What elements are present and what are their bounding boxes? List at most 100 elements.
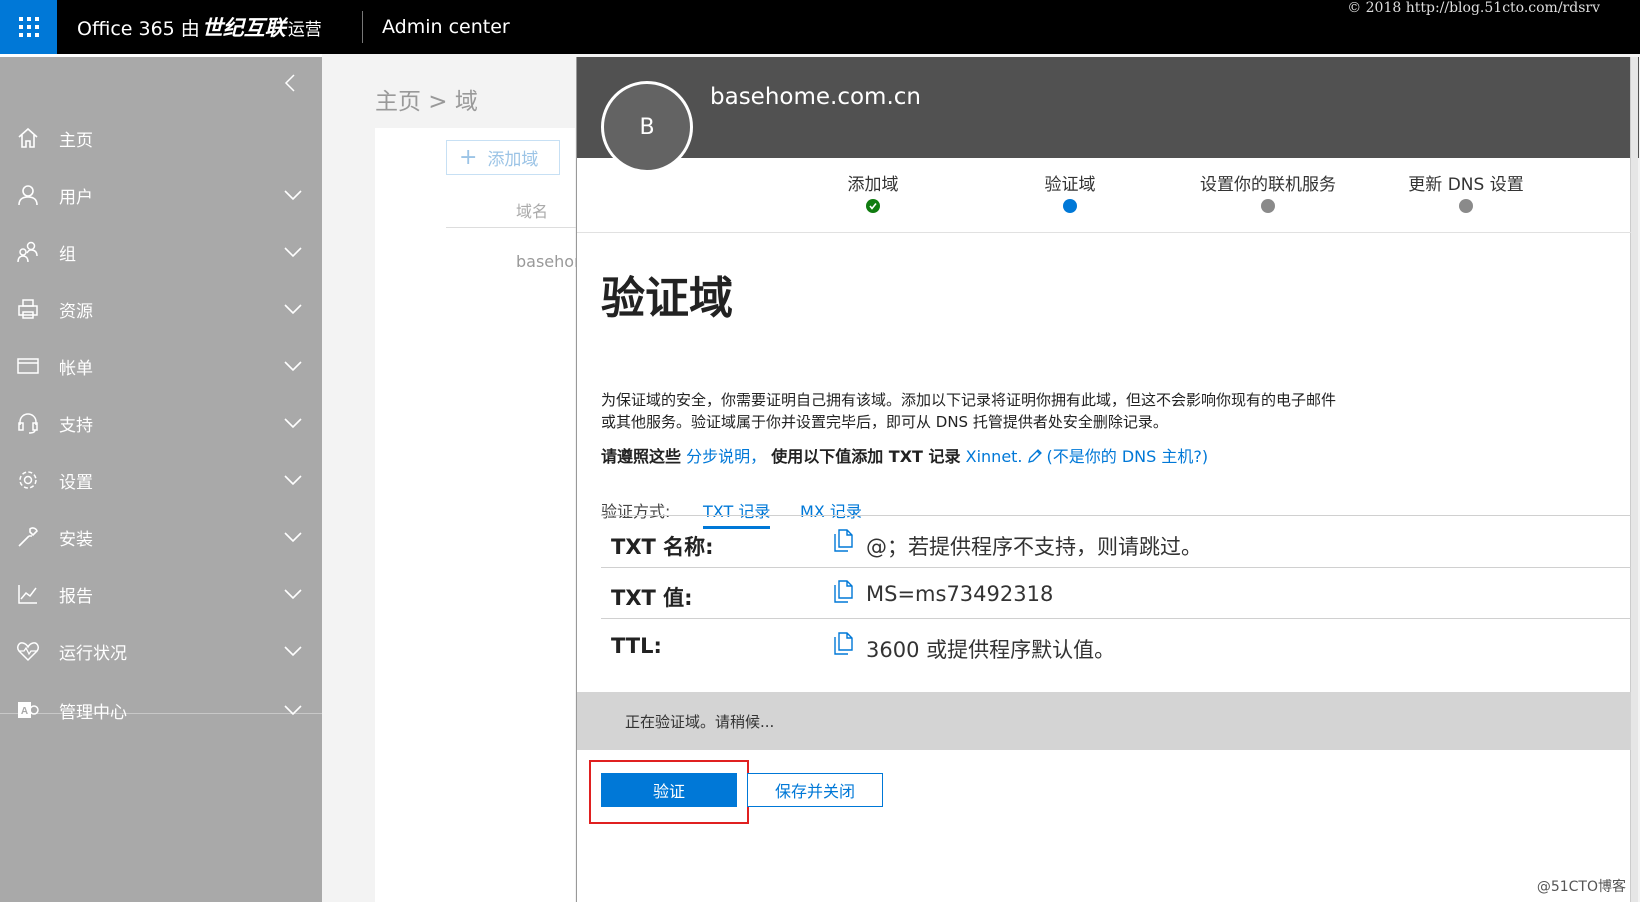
step-current-dot bbox=[1063, 199, 1077, 213]
record-value-ttl[interactable]: 3600 或提供程序默认值。 bbox=[866, 634, 1115, 664]
tab-mx-record[interactable]: MX 记录 bbox=[800, 498, 862, 522]
panel-scrollbar[interactable] bbox=[1630, 57, 1638, 902]
sidebar-item-label: 报告 bbox=[59, 586, 93, 607]
topbar-divider bbox=[362, 11, 363, 43]
not-your-dns-host-link[interactable]: (不是你的 DNS 主机?) bbox=[1047, 447, 1209, 466]
printer-icon bbox=[15, 296, 41, 322]
breadcrumb: 主页 > 域 bbox=[375, 89, 478, 115]
app-title[interactable]: Admin center bbox=[382, 0, 510, 54]
sidebar-item-label: 管理中心 bbox=[59, 702, 127, 723]
chevron-down-icon[interactable] bbox=[284, 360, 302, 372]
description-line-2: 或其他服务。验证域属于你并设置完毕后，即可从 DNS 托管提供者处安全删除记录。 bbox=[601, 413, 1168, 431]
top-bar: Office 365 由 世纪互联 运营 Admin center © 2018… bbox=[0, 0, 1640, 54]
page-title: 验证域 bbox=[601, 273, 733, 324]
instructions: 请遵照这些 分步说明， 使用以下值添加 TXT 记录 Xinnet. (不是你的 … bbox=[601, 443, 1208, 467]
heart-icon bbox=[15, 638, 41, 664]
avatar-letter: B bbox=[639, 114, 655, 140]
headset-icon bbox=[15, 410, 41, 436]
wrench-icon bbox=[15, 524, 41, 550]
record-divider bbox=[601, 618, 1631, 619]
svg-text:A: A bbox=[21, 706, 28, 717]
sidebar-item-groups[interactable]: 组 bbox=[0, 228, 322, 276]
step-verify-domain: 验证域 bbox=[1044, 175, 1096, 195]
chart-icon bbox=[15, 581, 41, 607]
copy-icon[interactable] bbox=[834, 529, 854, 553]
chevron-down-icon[interactable] bbox=[284, 704, 302, 716]
brand-title[interactable]: Office 365 由 世纪互联 运营 bbox=[77, 0, 322, 54]
sidebar-item-label: 支持 bbox=[59, 415, 93, 436]
sidebar-item-label: 运行状况 bbox=[59, 643, 127, 664]
app-launcher-button[interactable] bbox=[0, 0, 57, 54]
sidebar-item-settings[interactable]: 设置 bbox=[0, 456, 322, 504]
record-value-txt-value[interactable]: MS=ms73492318 bbox=[866, 582, 1053, 606]
panel-domain-title: basehome.com.cn bbox=[710, 84, 921, 110]
chevron-down-icon[interactable] bbox=[284, 417, 302, 429]
sidebar-item-users[interactable]: 用户 bbox=[0, 171, 322, 219]
record-value-txt-name[interactable]: @；若提供程序不支持，则请跳过。 bbox=[866, 531, 1202, 561]
description: 为保证域的安全，你需要证明自己拥有该域。添加以下记录将证明你拥有此域，但这不会影… bbox=[601, 389, 1401, 433]
status-bar: 正在验证域。请稍候... bbox=[577, 692, 1631, 750]
chevron-down-icon[interactable] bbox=[284, 474, 302, 486]
sidebar-item-support[interactable]: 支持 bbox=[0, 399, 322, 447]
panel-header: basehome.com.cn bbox=[577, 57, 1639, 158]
sidebar-item-label: 资源 bbox=[59, 301, 93, 322]
chevron-down-icon[interactable] bbox=[284, 531, 302, 543]
sidebar-item-label: 设置 bbox=[59, 472, 93, 493]
add-domain-button[interactable]: + 添加域 bbox=[446, 140, 560, 175]
collapse-nav-icon[interactable] bbox=[284, 73, 296, 93]
sidebar-item-label: 用户 bbox=[59, 187, 93, 208]
record-key-txt-value: TXT 值: bbox=[611, 586, 693, 610]
step-pending-dot bbox=[1459, 199, 1473, 213]
step-online-services: 设置你的联机服务 bbox=[1200, 175, 1336, 195]
admin-icon: A bbox=[15, 697, 41, 723]
dns-host-link[interactable]: Xinnet. bbox=[966, 447, 1023, 466]
chevron-down-icon[interactable] bbox=[284, 246, 302, 258]
table-row[interactable]: basehome.com.cn bbox=[516, 252, 576, 271]
column-header-domain[interactable]: 域名 bbox=[516, 198, 548, 222]
step-pending-dot bbox=[1261, 199, 1275, 213]
sidebar-item-billing[interactable]: 帐单 bbox=[0, 342, 322, 390]
sidebar-item-home[interactable]: 主页 bbox=[0, 114, 322, 162]
sidebar-item-label: 主页 bbox=[59, 130, 93, 151]
sidebar-item-label: 帐单 bbox=[59, 358, 93, 379]
verify-button[interactable]: 验证 bbox=[601, 773, 737, 807]
step-by-step-link[interactable]: 分步说明， bbox=[686, 447, 766, 466]
domains-card bbox=[375, 128, 575, 902]
chevron-down-icon[interactable] bbox=[284, 303, 302, 315]
description-line-1: 为保证域的安全，你需要证明自己拥有该域。添加以下记录将证明你拥有此域，但这不会影… bbox=[601, 391, 1337, 409]
verify-domain-panel: basehome.com.cn B 添加域 验证域 设置你的联机服务 更新 DN… bbox=[576, 57, 1639, 902]
save-and-close-button[interactable]: 保存并关闭 bbox=[747, 773, 883, 807]
status-text: 正在验证域。请稍候... bbox=[625, 713, 775, 731]
instr-text-1: 请遵照这些 bbox=[601, 447, 682, 466]
group-icon bbox=[15, 239, 41, 265]
sidebar-item-admin-centers[interactable]: A 管理中心 bbox=[0, 686, 322, 734]
sidebar: 主页 用户 组 资源 帐单 支持 设置 安装 报告 运行状况 A 管理中心 bbox=[0, 57, 322, 902]
sidebar-item-label: 安装 bbox=[59, 529, 93, 550]
table-header-divider bbox=[446, 227, 576, 228]
steps-divider bbox=[577, 232, 1631, 233]
step-add-domain: 添加域 bbox=[847, 175, 899, 195]
copy-icon[interactable] bbox=[834, 580, 854, 604]
step-done-check-icon bbox=[866, 199, 880, 213]
copy-icon[interactable] bbox=[834, 632, 854, 656]
gear-icon bbox=[15, 467, 41, 493]
plus-icon: + bbox=[459, 145, 478, 170]
sidebar-item-label: 组 bbox=[59, 244, 76, 265]
waffle-icon bbox=[18, 17, 39, 37]
chevron-down-icon[interactable] bbox=[284, 588, 302, 600]
tab-txt-record[interactable]: TXT 记录 bbox=[703, 498, 771, 529]
chevron-down-icon[interactable] bbox=[284, 189, 302, 201]
card-icon bbox=[15, 353, 41, 379]
watermark: @51CTO博客 bbox=[1536, 879, 1626, 895]
brand-prefix: Office 365 由 bbox=[77, 17, 200, 40]
brand-suffix: 运营 bbox=[287, 19, 322, 40]
record-key-txt-name: TXT 名称: bbox=[611, 535, 714, 559]
sidebar-item-resources[interactable]: 资源 bbox=[0, 285, 322, 333]
chevron-down-icon[interactable] bbox=[284, 645, 302, 657]
sidebar-item-health[interactable]: 运行状况 bbox=[0, 627, 322, 675]
sidebar-item-reports[interactable]: 报告 bbox=[0, 570, 322, 618]
edit-pencil-icon[interactable] bbox=[1027, 448, 1043, 464]
user-icon bbox=[15, 182, 41, 208]
record-key-ttl: TTL: bbox=[611, 634, 662, 658]
sidebar-item-setup[interactable]: 安装 bbox=[0, 513, 322, 561]
